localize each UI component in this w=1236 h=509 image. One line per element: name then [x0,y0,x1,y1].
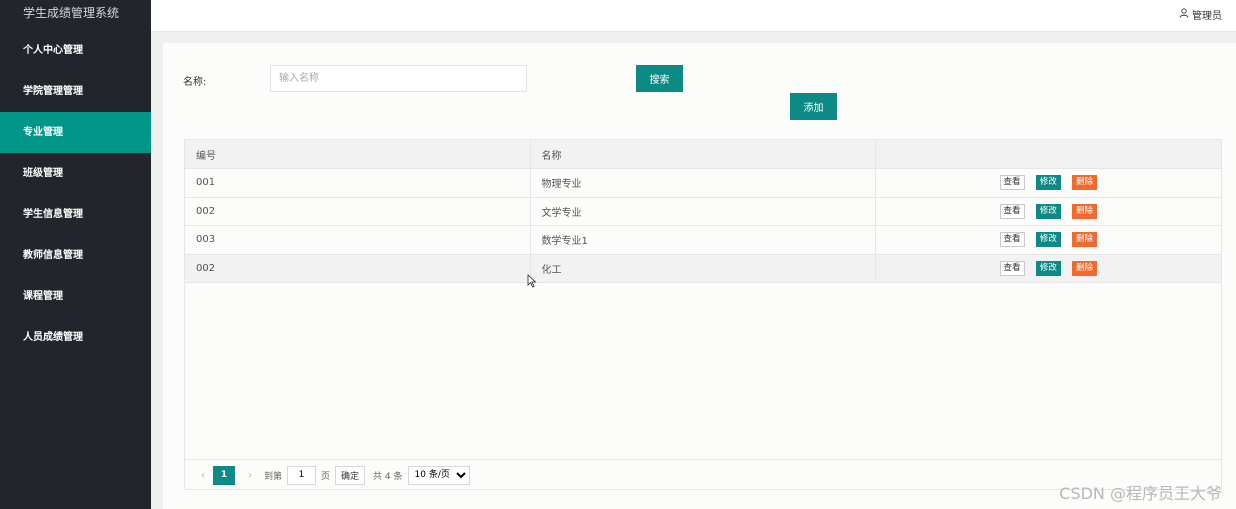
user-icon [1179,8,1189,21]
cell-name: 数学专业1 [530,225,876,255]
search-input[interactable] [270,65,527,92]
page-unit-label: 页 [321,471,331,482]
cell-actions: 查看 修改 删除 [875,254,1221,283]
table-row: 003 数学专业1 查看 修改 删除 [185,225,1221,255]
main-content: 名称: 搜索 添加 编号 名称 001 物理专业 查看 修改 [163,43,1236,509]
page-1-button[interactable]: 1 [213,465,235,485]
column-header-actions [875,140,1221,169]
search-label: 名称: [183,77,207,88]
edit-button[interactable]: 修改 [1035,175,1061,191]
sidebar-item-major[interactable]: 专业管理 [0,112,151,153]
cell-id: 003 [185,225,531,255]
edit-button[interactable]: 修改 [1035,260,1061,276]
prev-page-icon[interactable]: ‹ [194,468,212,482]
next-page-icon[interactable]: › [241,468,259,482]
cell-name: 化工 [530,254,876,283]
search-button[interactable]: 搜索 [636,65,683,92]
data-table: 编号 名称 001 物理专业 查看 修改 删除 002 文学专业 查看 修改 删… [185,140,1221,283]
sidebar-item-class[interactable]: 班级管理 [0,153,151,194]
goto-confirm-button[interactable]: 确定 [335,465,366,485]
cell-actions: 查看 修改 删除 [875,225,1221,255]
view-button[interactable]: 查看 [999,232,1025,248]
delete-button[interactable]: 删除 [1071,232,1097,248]
sidebar-item-teacher[interactable]: 教师信息管理 [0,235,151,276]
user-name: 管理员 [1192,11,1222,22]
top-header: 管理员 [151,0,1236,32]
user-menu[interactable]: 管理员 [1179,7,1222,22]
delete-button[interactable]: 删除 [1071,260,1097,276]
total-count: 共 4 条 [373,471,403,482]
column-header-name: 名称 [530,140,876,169]
add-button[interactable]: 添加 [790,93,837,120]
edit-button[interactable]: 修改 [1035,232,1061,248]
sidebar-item-course[interactable]: 课程管理 [0,276,151,317]
delete-button[interactable]: 删除 [1071,203,1097,219]
data-table-container: 编号 名称 001 物理专业 查看 修改 删除 002 文学专业 查看 修改 删… [184,139,1222,490]
column-header-id: 编号 [185,140,531,169]
view-button[interactable]: 查看 [999,203,1025,219]
watermark: CSDN @程序员王大爷 [1059,484,1222,503]
sidebar-item-student[interactable]: 学生信息管理 [0,194,151,235]
cell-actions: 查看 修改 删除 [875,168,1221,198]
sidebar-item-college[interactable]: 学院管理管理 [0,71,151,112]
sidebar-item-scores[interactable]: 人员成绩管理 [0,317,151,358]
table-header-row: 编号 名称 [185,140,1221,169]
view-button[interactable]: 查看 [999,260,1025,276]
sidebar-item-profile[interactable]: 个人中心管理 [0,30,151,71]
edit-button[interactable]: 修改 [1035,203,1061,219]
table-row: 001 物理专业 查看 修改 删除 [185,168,1221,198]
app-title: 学生成绩管理系统 [23,6,120,20]
mouse-cursor-icon [527,274,537,288]
table-row: 002 文学专业 查看 修改 删除 [185,197,1221,226]
sidebar-menu: 个人中心管理 学院管理管理 专业管理 班级管理 学生信息管理 教师信息管理 课程… [0,30,151,358]
table-row: 002 化工 查看 修改 删除 [185,254,1221,283]
cell-actions: 查看 修改 删除 [875,197,1221,226]
goto-label: 到第 [264,471,283,482]
cell-name: 文学专业 [530,197,876,226]
page-size-select[interactable]: 10 条/页 [407,465,470,485]
delete-button[interactable]: 删除 [1071,175,1097,191]
cell-id: 001 [185,168,531,198]
goto-page-input[interactable] [287,465,317,485]
sidebar: 学生成绩管理系统 个人中心管理 学院管理管理 专业管理 班级管理 学生信息管理 … [0,0,151,509]
cell-name: 物理专业 [530,168,876,198]
view-button[interactable]: 查看 [999,175,1025,191]
cell-id: 002 [185,197,531,226]
cell-id: 002 [185,254,531,283]
